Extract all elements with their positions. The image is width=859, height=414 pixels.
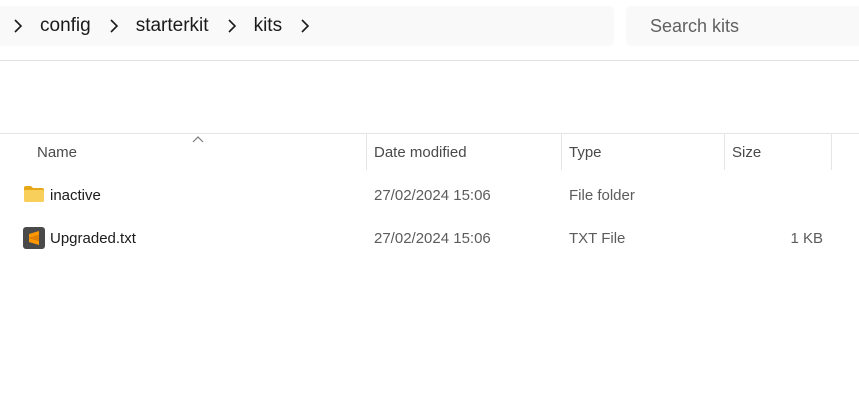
- file-name: Upgraded.txt: [50, 229, 136, 247]
- column-header-type-label: Type: [569, 143, 602, 161]
- column-header-size[interactable]: Size: [724, 134, 832, 170]
- column-header-date-label: Date modified: [374, 143, 467, 161]
- breadcrumb-item-starterkit[interactable]: starterkit: [124, 6, 222, 46]
- column-header-name[interactable]: Name: [30, 134, 366, 170]
- file-name: inactive: [50, 186, 101, 204]
- folder-icon: [23, 185, 45, 203]
- search-input[interactable]: [648, 14, 852, 38]
- breadcrumb-item-kits[interactable]: kits: [242, 6, 296, 46]
- column-header-date[interactable]: Date modified: [366, 134, 561, 170]
- chevron-right-icon[interactable]: [222, 16, 242, 36]
- file-row-inactive[interactable]: inactive 27/02/2024 15:06 File folder: [0, 175, 859, 215]
- file-type: TXT File: [569, 229, 626, 247]
- breadcrumb-item-config[interactable]: config: [28, 6, 104, 46]
- chevron-right-icon[interactable]: [8, 16, 28, 36]
- sublime-text-icon: [23, 227, 45, 249]
- file-list: Name Date modified Type Size inactive 27…: [0, 61, 859, 414]
- file-date: 27/02/2024 15:06: [374, 229, 491, 247]
- file-size: [724, 175, 823, 215]
- search-box[interactable]: [626, 6, 859, 46]
- breadcrumb[interactable]: config starterkit kits: [0, 6, 614, 46]
- column-header-type[interactable]: Type: [561, 134, 724, 170]
- column-header-name-label: Name: [37, 143, 78, 161]
- file-row-upgraded[interactable]: Upgraded.txt 27/02/2024 15:06 TXT File 1…: [0, 218, 859, 258]
- chevron-right-icon[interactable]: [104, 16, 124, 36]
- file-size: 1 KB: [790, 229, 823, 247]
- chevron-right-icon[interactable]: [295, 16, 315, 36]
- column-header-row: Name Date modified Type Size: [0, 133, 859, 172]
- file-type: File folder: [569, 186, 635, 204]
- column-header-size-label: Size: [732, 143, 762, 161]
- file-date: 27/02/2024 15:06: [374, 186, 491, 204]
- address-bar: config starterkit kits: [0, 0, 859, 61]
